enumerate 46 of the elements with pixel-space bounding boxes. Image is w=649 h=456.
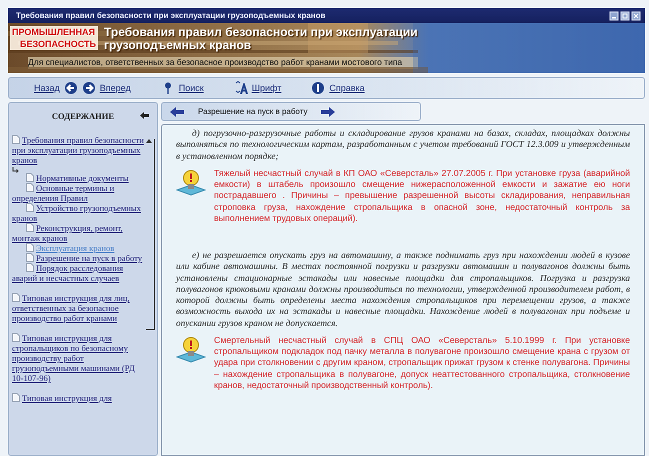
paragraph: д) погрузочно-разгрузочные работы и складирование грузов кранами на базах, складах, площадках должны выполняться по технологическим картам, разработанным с учетом требований ГОСТ 12.3.009 и утвержденным в установленном порядке;	[176, 128, 630, 162]
toolbar-link[interactable]: Назад	[34, 83, 60, 93]
contents-link[interactable]: Основные термины и определения Правил	[12, 183, 144, 203]
document-icon	[26, 223, 34, 232]
contents-link[interactable]: Типовая инструкция для стропальщиков по безопасному производству работ грузоподъемными машинами (РД 10-107-96)	[12, 333, 144, 383]
incident-note: Тяжелый несчастный случай в КП ОАО «Северсталь» 27.07.2005 г. При установке груза (аварийной емкости) в штабель произошло смещение нижерасположенной емкости и зажатие ею ноги пострадавшего . Причины – превышение разрешенной высоты складирования, неправильная строповка груза, нахождение стропальщика в опасной зоне, недостаточный контроль за выполнением трудовых операций).	[214, 168, 630, 224]
document-icon	[12, 293, 20, 302]
document-icon	[12, 393, 20, 402]
close-icon[interactable]	[631, 10, 641, 20]
contents-link[interactable]: Порядок расследования аварий и несчастных случаев	[12, 263, 144, 283]
collapse-arrow-icon[interactable]	[140, 112, 149, 119]
contents-link[interactable]: Нормативные документы	[12, 173, 144, 183]
banner-subtitle: Для специалистов, ответственных за безопасное производство работ кранами мостового типа	[28, 57, 402, 67]
lightbulb-icon	[176, 334, 206, 363]
minimize-icon[interactable]	[609, 10, 619, 20]
contents-link[interactable]: Реконструкция, ремонт, монтаж кранов	[12, 223, 144, 243]
contents-link[interactable]: Устройство грузоподъемных кранов	[12, 203, 144, 223]
paragraph: е) не разрешается опускать груз на автомашину, а также поднимать груз при нахождении людей в кузове или кабине автомашины. В местах постоянной погрузки и разгрузки автомашин и полувагонов должны быть установлены стационарные эстакады или навесные площадки для стропальщиков. Погрузка и разгрузка полувагонов крюковыми кранами должны производиться по технологии, утвержденной производителем работ, в которой должны быть определены места нахождения стропальщиков при перемещении грузов, а также возможность выхода их на эстакады и навесные площадки. Нахождение людей в полувагонах при подъеме и опускании грузов краном не допускается.	[176, 250, 630, 329]
lightbulb-icon	[176, 168, 206, 196]
forward-arrow-icon[interactable]	[82, 81, 96, 95]
logo-text: ПРОМЫШЛЕННАЯ БЕЗОПАСНОСТЬ	[10, 26, 98, 50]
scrollbar[interactable]	[146, 139, 155, 330]
window-title: Требования правил безопасности при эксплуатации грузоподъемных кранов	[16, 11, 326, 20]
incident-note: Смертельный несчастный случай в СПЦ ОАО «Северсталь» 5.10.1999 г. При установке стропальщиком подкладок под пачку металла в полувагоне произошло смещение крана с грузом от удара при столкновении с другим краном, стропальщик прижат грузом к стенке полувагона. Причины – нахождение стропальщика в полувагоне, допуск неаттестованного стропальщика, столкновение кранов, недостаточный производственный контроль).	[214, 334, 630, 391]
toolbar-link[interactable]: Справка	[329, 83, 365, 93]
contents-link[interactable]: Типовая инструкция для	[12, 393, 144, 403]
next-arrow-icon[interactable]	[321, 106, 336, 116]
info-icon[interactable]	[311, 81, 326, 95]
back-arrow-icon[interactable]	[64, 81, 78, 95]
tree-branch-icon	[12, 167, 19, 173]
toolbar-link[interactable]: Вперед	[100, 83, 131, 93]
section-title: Разрешение на пуск в работу	[198, 107, 308, 116]
document-icon	[26, 203, 34, 212]
toolbar-link[interactable]: Поиск	[178, 83, 204, 93]
banner-title: Требования правил безопасности при эксплуатации грузоподъемных кранов	[104, 26, 418, 52]
sidebar-title: СОДЕРЖАНИЕ	[52, 111, 114, 121]
font-size-icon[interactable]	[234, 81, 248, 95]
toolbar-link[interactable]: Шрифт	[252, 83, 282, 93]
document-icon	[12, 333, 20, 342]
previous-arrow-icon[interactable]	[170, 106, 184, 116]
contents-link[interactable]: Разрешение на пуск в работу	[12, 253, 144, 263]
contents-link[interactable]: Требования правил безопасности при эксплуатации грузоподъемных кранов	[12, 135, 144, 165]
document-icon	[12, 135, 20, 144]
contents-link[interactable]: Типовая инструкция для лиц, ответственных за безопасное производство работ кранами	[12, 293, 144, 323]
maximize-icon[interactable]	[620, 10, 630, 20]
scroll-up-icon[interactable]	[146, 139, 152, 143]
